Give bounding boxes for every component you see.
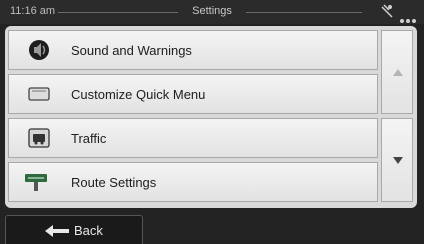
menu-item-label: Traffic [71, 131, 107, 146]
menu-item-label: Sound and Warnings [71, 43, 192, 58]
page-title: Settings [192, 5, 232, 17]
menu-item-label: Customize Quick Menu [71, 87, 206, 102]
quick-menu-icon [28, 87, 50, 101]
route-settings-icon [25, 174, 47, 191]
settings-screen: 11:16 am Settings Sound and Warnings Cus… [0, 0, 424, 244]
speaker-icon [29, 40, 49, 60]
scroll-down-icon [393, 157, 403, 164]
settings-list: Sound and Warnings Customize Quick Menu … [8, 30, 378, 202]
scroll-down-button[interactable] [381, 118, 413, 202]
menu-item-route-settings[interactable]: Route Settings [8, 162, 378, 202]
satellite-icon [381, 4, 393, 18]
scroll-up-button[interactable] [381, 30, 413, 114]
back-button-label: Back [74, 223, 103, 238]
scroll-up-icon [393, 69, 403, 76]
back-arrow-icon [45, 225, 69, 237]
status-bar: 11:16 am Settings [0, 0, 424, 24]
back-button[interactable]: Back [5, 215, 143, 244]
menu-item-label: Route Settings [71, 175, 157, 190]
menu-item-customize-quick-menu[interactable]: Customize Quick Menu [8, 74, 378, 114]
scroll-controls [381, 30, 413, 202]
menu-item-sound-and-warnings[interactable]: Sound and Warnings [8, 30, 378, 70]
traffic-icon [28, 128, 50, 148]
menu-item-traffic[interactable]: Traffic [8, 118, 378, 158]
